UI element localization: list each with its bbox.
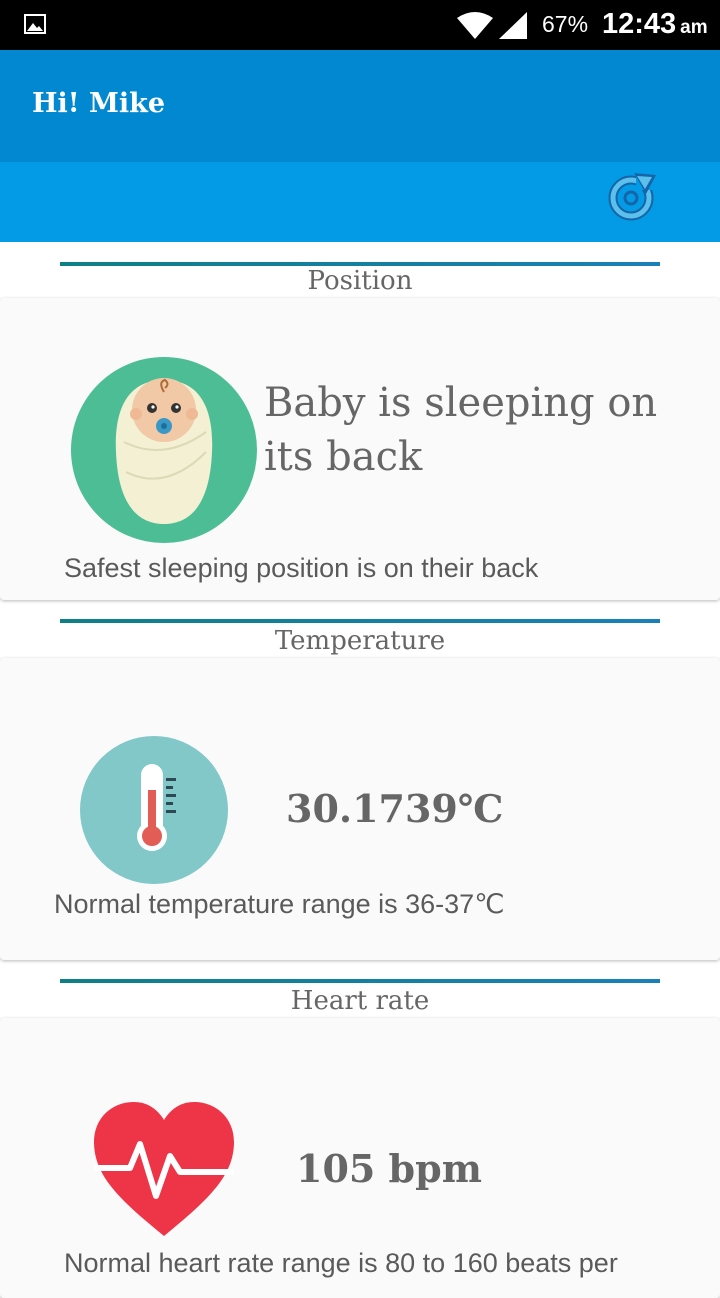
heart-rate-title: Heart rate <box>290 986 430 1016</box>
position-status: Baby is sleeping on its back <box>264 380 658 480</box>
status-bar: 67% 12:43 am <box>0 0 720 50</box>
temperature-divider <box>60 619 660 623</box>
wifi-icon <box>457 12 493 39</box>
refresh-icon[interactable] <box>606 170 658 222</box>
temperature-card: 30.1739℃ Normal temperature range is 36-… <box>0 658 720 960</box>
thermometer-icon <box>80 736 228 884</box>
heart-rate-divider <box>60 979 660 983</box>
battery-level: 67% <box>542 11 589 37</box>
heart-rate-value: 105 bpm <box>296 1146 482 1191</box>
temperature-note: Normal temperature range is 36-37℃ <box>54 889 505 919</box>
position-note: Safest sleeping position is on their bac… <box>64 553 539 583</box>
position-title: Position <box>307 266 413 296</box>
temperature-value: 30.1739℃ <box>286 786 504 831</box>
signal-icon <box>499 12 527 39</box>
heart-rate-note: Normal heart rate range is 80 to 160 bea… <box>64 1248 618 1278</box>
temperature-title: Temperature <box>274 626 446 656</box>
heart-icon <box>94 1102 234 1236</box>
app-bar: Hi! Mike <box>0 50 720 162</box>
gallery-icon <box>24 14 46 34</box>
heart-rate-card: 105 bpm Normal heart rate range is 80 to… <box>0 1018 720 1298</box>
baby-icon <box>71 357 257 543</box>
clock-time: 12:43 <box>602 8 677 40</box>
position-card: Baby is sleeping on its back Safest slee… <box>0 298 720 600</box>
clock-ampm: am <box>680 17 708 38</box>
app-title: Hi! Mike <box>32 88 166 119</box>
clock: 12:43 am <box>602 8 708 41</box>
